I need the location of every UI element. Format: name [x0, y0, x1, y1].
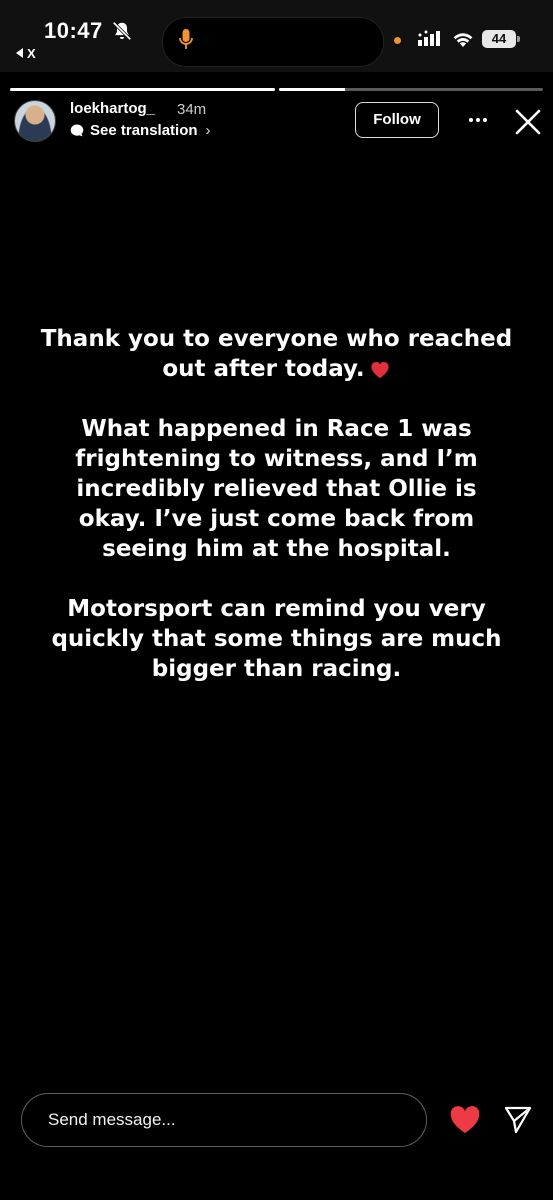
- see-translation-label: See translation: [90, 122, 198, 139]
- signal-icon: [418, 30, 440, 46]
- progress-fill: [278, 88, 345, 91]
- wifi-icon: [453, 33, 473, 47]
- translation-bubble-icon: [70, 124, 84, 137]
- battery-level: 44: [491, 31, 507, 46]
- story-paragraph: Motorsport can remind you very quickly t…: [51, 596, 502, 682]
- progress-segment: [10, 88, 275, 91]
- avatar[interactable]: [14, 100, 56, 142]
- story-paragraph: What happened in Race 1 was frightening …: [75, 416, 478, 562]
- story-progress-bar: [10, 88, 543, 91]
- status-bar: 10:47 X 44: [0, 0, 553, 72]
- story-text: Thank you to everyone who reached out af…: [40, 324, 513, 714]
- story-viewer[interactable]: loekhartog_ 34m See translation › Follow…: [0, 78, 553, 1060]
- story-paragraph: Thank you to everyone who reached out af…: [40, 326, 513, 382]
- dynamic-island: [162, 17, 384, 67]
- progress-fill: [10, 88, 275, 91]
- bell-slash-icon: [112, 21, 132, 41]
- username-link[interactable]: loekhartog_: [70, 100, 155, 117]
- more-options-icon[interactable]: [466, 108, 490, 132]
- send-share-icon[interactable]: [503, 1104, 533, 1134]
- post-time: 34m: [177, 101, 207, 118]
- red-heart-emoji-icon: [371, 362, 389, 379]
- see-translation-link[interactable]: See translation ›: [70, 122, 211, 139]
- close-icon[interactable]: [514, 108, 542, 136]
- clock: 10:47: [44, 18, 103, 43]
- heart-like-icon[interactable]: [449, 1105, 481, 1135]
- follow-button[interactable]: Follow: [355, 102, 439, 138]
- send-message-input[interactable]: [21, 1093, 427, 1147]
- privacy-indicator-dot: [394, 37, 401, 44]
- microphone-icon: [179, 29, 193, 49]
- back-to-app-link[interactable]: X: [16, 46, 36, 61]
- progress-segment: [278, 88, 543, 91]
- chevron-right-icon: ›: [205, 122, 211, 139]
- battery-icon: 44: [482, 30, 520, 48]
